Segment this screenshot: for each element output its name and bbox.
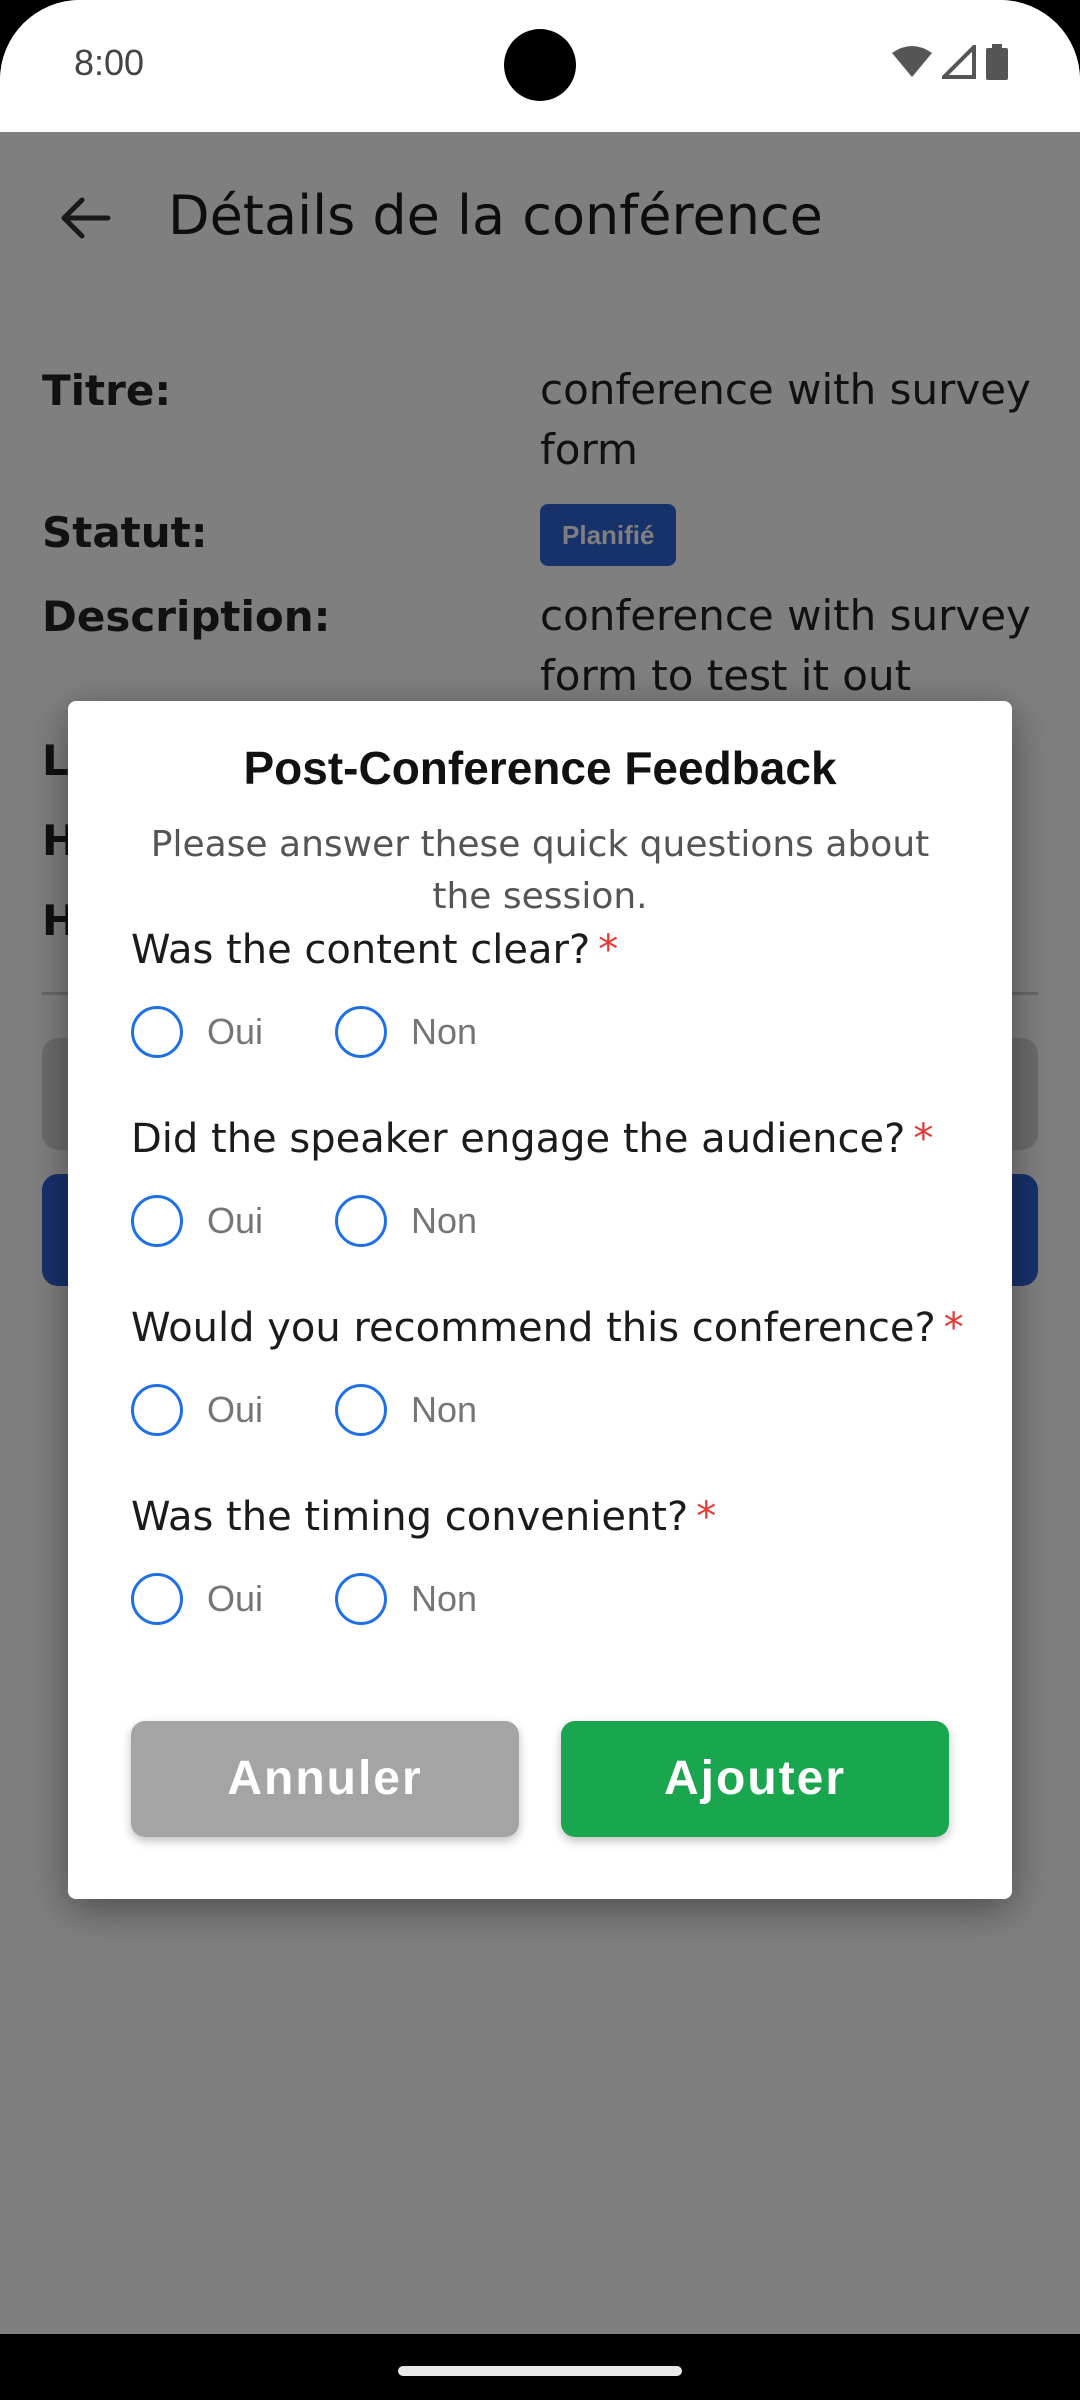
radio-label: Non <box>411 1200 478 1241</box>
question-label: Was the timing convenient? * <box>131 1494 716 1540</box>
radio-option-oui[interactable]: Oui <box>131 1195 263 1247</box>
radio-option-non[interactable]: Non <box>335 1384 477 1436</box>
radio-button[interactable] <box>131 1384 183 1436</box>
radio-option-oui[interactable]: Oui <box>131 1573 263 1625</box>
feedback-dialog: Post-Conference Feedback Please answer t… <box>68 701 1012 1899</box>
required-asterisk: * <box>913 1116 934 1162</box>
question-label: Would you recommend this conference? * <box>131 1305 964 1351</box>
radio-button[interactable] <box>335 1384 388 1436</box>
radio-label: Oui <box>207 1578 264 1619</box>
wifi-icon <box>892 46 932 77</box>
dialog-title: Post-Conference Feedback <box>243 742 837 794</box>
radio-option-non[interactable]: Non <box>335 1573 477 1625</box>
question-text: Did the speaker engage the audience? <box>131 1116 906 1162</box>
question-text: Was the content clear? <box>131 927 591 973</box>
radio-button[interactable] <box>131 1573 183 1625</box>
home-gesture-handle[interactable] <box>398 2366 682 2376</box>
signal-icon <box>942 45 976 79</box>
question-label: Was the content clear? * <box>131 927 618 973</box>
radio-label: Oui <box>207 1200 264 1241</box>
cancel-button[interactable]: Annuler <box>131 1721 519 1837</box>
radio-group: Oui Non <box>131 1006 549 1058</box>
status-bar: 8:00 <box>0 0 1080 132</box>
battery-icon <box>986 44 1008 80</box>
navigation-bar <box>0 2334 1080 2400</box>
radio-label: Non <box>411 1578 478 1619</box>
radio-label: Oui <box>207 1389 264 1430</box>
required-asterisk: * <box>598 927 619 973</box>
status-icons <box>892 44 1008 80</box>
radio-button[interactable] <box>131 1006 183 1058</box>
radio-label: Non <box>411 1389 478 1430</box>
radio-button[interactable] <box>335 1006 388 1058</box>
radio-option-non[interactable]: Non <box>335 1195 477 1247</box>
radio-group: Oui Non <box>131 1573 549 1625</box>
question-text: Was the timing convenient? <box>131 1494 689 1540</box>
radio-group: Oui Non <box>131 1384 549 1436</box>
radio-label: Non <box>411 1011 478 1052</box>
radio-group: Oui Non <box>131 1195 549 1247</box>
radio-button[interactable] <box>131 1195 183 1247</box>
camera-cutout <box>504 29 576 101</box>
question-label: Did the speaker engage the audience? * <box>131 1116 933 1162</box>
required-asterisk: * <box>696 1494 717 1540</box>
radio-option-oui[interactable]: Oui <box>131 1384 263 1436</box>
radio-option-oui[interactable]: Oui <box>131 1006 263 1058</box>
add-button[interactable]: Ajouter <box>561 1721 949 1837</box>
radio-option-non[interactable]: Non <box>335 1006 477 1058</box>
radio-button[interactable] <box>335 1195 388 1247</box>
dialog-subtitle: Please answer these quick questions abou… <box>150 824 930 917</box>
phone-screen: 8:00 Détails de la conférence Titre: con… <box>0 0 1080 2400</box>
required-asterisk: * <box>943 1305 964 1351</box>
radio-label: Oui <box>207 1011 264 1052</box>
question-text: Would you recommend this conference? <box>131 1305 936 1351</box>
status-time: 8:00 <box>74 42 145 83</box>
radio-button[interactable] <box>335 1573 388 1625</box>
